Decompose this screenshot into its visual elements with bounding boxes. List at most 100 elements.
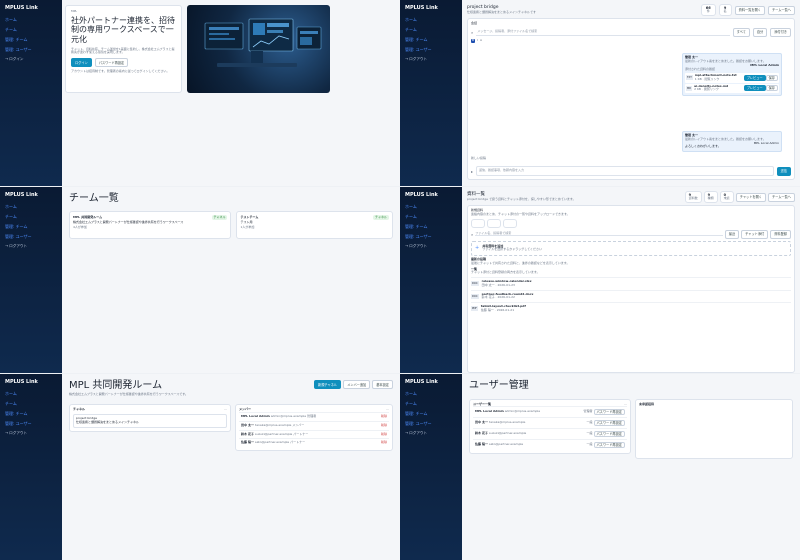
remove-member-button[interactable]: 削除	[381, 423, 387, 428]
filter-all[interactable]: すべて	[732, 27, 750, 37]
nav-home[interactable]: ホーム	[5, 204, 57, 209]
logout-label: ログアウト	[409, 431, 428, 436]
reset-password-button[interactable]: パスワード再設定	[593, 442, 625, 449]
team-card[interactable]: テストチーム チャネル テスト用 1人が参加	[236, 210, 393, 239]
remove-member-button[interactable]: 削除	[381, 440, 387, 445]
invitation-card: 未承認招待	[635, 398, 793, 459]
nav-teams[interactable]: チーム	[5, 27, 57, 32]
nav-home[interactable]: ホーム	[405, 204, 457, 209]
nav-home[interactable]: ホーム	[5, 391, 57, 396]
page-title: MPL 共同開発ルーム	[69, 380, 163, 391]
nav-home[interactable]: ホーム	[5, 17, 57, 22]
more-icon[interactable]: ⋯	[386, 407, 389, 412]
open-files-button[interactable]: 資料一覧を開く	[734, 5, 765, 15]
new-channel-button[interactable]: 新規チャネル	[314, 380, 342, 389]
attach-icon[interactable]: ▸	[471, 169, 473, 174]
nav-teams[interactable]: チーム	[5, 401, 57, 406]
remove-member-button[interactable]: 削除	[381, 414, 387, 419]
download-button[interactable]: 保存	[765, 85, 778, 92]
filter-attachments[interactable]: 添付付き	[770, 27, 791, 37]
team-description: テスト用	[240, 220, 253, 225]
stat-unread: 0 未読	[719, 191, 734, 204]
search-icon: ⌕	[471, 29, 474, 35]
nav-login[interactable]: → ログイン	[5, 57, 57, 61]
channel-item[interactable]: project bridge 仕様連携と課題解決をまとめるメインチャネル	[73, 414, 227, 428]
logout-link[interactable]: → ログアウト	[405, 57, 457, 61]
brand-logo: MPLUS Link	[5, 192, 38, 198]
password-reset-button[interactable]: パスワード再設定	[94, 58, 129, 68]
dropzone-description: ファイルを選択するかドラッグしてください	[482, 247, 543, 252]
message-search-input[interactable]: メッセージ、投稿者、添付ファイル名で検索	[476, 29, 730, 36]
logout-label: ログアウト	[9, 244, 28, 249]
nav-admin-users[interactable]: 管理: ユーザー	[5, 421, 57, 426]
nav-teams[interactable]: チーム	[405, 214, 457, 219]
nav-admin-users[interactable]: 管理: ユーザー	[405, 47, 457, 52]
nav-teams[interactable]: チーム	[405, 401, 457, 406]
nav-admin-users[interactable]: 管理: ユーザー	[405, 234, 457, 239]
list-description: チャット添付と資料登録の両方を表示しています。	[471, 270, 540, 275]
add-member-button[interactable]: メンバー追加	[343, 380, 371, 389]
filter-chat-attachments[interactable]: チャット添付	[741, 229, 769, 239]
team-card[interactable]: MPL 共同開発ルーム チャネル 株式会社エムプラスと開発パートナーが仕様確認や進…	[69, 210, 232, 239]
filter-recent[interactable]: 最近	[724, 229, 740, 239]
file-row[interactable]: DOC release-window-calendar.xlsx 田中 太一 · …	[471, 277, 791, 290]
filter-registered[interactable]: 資料登録	[770, 229, 791, 239]
nav-admin-teams[interactable]: 管理: チーム	[5, 37, 57, 42]
login-label: ログイン	[9, 57, 24, 62]
attachment-item[interactable]: TXT mpl-attachment-note.txt 1 KB · 閲覧リンク …	[685, 73, 779, 83]
back-to-teams-button[interactable]: チーム一覧へ	[767, 192, 795, 202]
new-message-indicator[interactable]: 新しい投稿	[471, 156, 486, 161]
stat-label: 資料数	[688, 196, 698, 201]
nav-home[interactable]: ホーム	[405, 391, 457, 396]
nav-admin-teams[interactable]: 管理: チーム	[405, 37, 457, 42]
logout-link[interactable]: → ログアウト	[5, 431, 57, 435]
nav-admin-teams[interactable]: 管理: チーム	[5, 411, 57, 416]
logout-link[interactable]: → ログアウト	[5, 244, 57, 248]
nav-admin-teams[interactable]: 管理: チーム	[405, 411, 457, 416]
nav-admin-users[interactable]: 管理: ユーザー	[5, 47, 57, 52]
files-screen: MPLUS Link ホーム チーム 管理: チーム 管理: ユーザー → ログ…	[400, 187, 800, 373]
file-dropzone[interactable]: + 共有資料を追加 ファイルを選択するかドラッグしてください	[471, 240, 791, 256]
member-name: 佐藤 陽一	[241, 440, 255, 445]
section-label: 会話	[471, 21, 478, 25]
settings-button[interactable]: 基本設定	[372, 380, 393, 389]
reset-password-button[interactable]: パスワード再設定	[593, 420, 625, 427]
attachment-item[interactable]: MD ui-density-notes.md 2 KB · 閲覧リンク プレビュー…	[685, 83, 779, 93]
file-search-input[interactable]: ファイル名、投稿者で検索	[475, 231, 723, 237]
quick-card[interactable]	[471, 218, 485, 228]
login-button[interactable]: ログイン	[71, 58, 92, 68]
nav-admin-users[interactable]: 管理: ユーザー	[5, 234, 57, 239]
nav-admin-teams[interactable]: 管理: チーム	[5, 224, 57, 229]
file-row[interactable]: PDF tablet-layout-checklist.pdf 佐藤 陽一 · 2…	[471, 302, 791, 315]
team-members: 1人が参加	[240, 225, 255, 229]
filter-mine[interactable]: 自分	[752, 27, 768, 37]
send-button[interactable]: 送信	[776, 166, 791, 176]
more-icon[interactable]: ⋯	[624, 402, 627, 407]
quick-card[interactable]	[487, 218, 501, 228]
preview-button[interactable]: プレビュー	[743, 85, 766, 92]
room-admin-screen: MPLUS Link ホーム チーム 管理: チーム 管理: ユーザー → ログ…	[0, 374, 400, 560]
reset-password-button[interactable]: パスワード再設定	[593, 409, 625, 416]
file-row[interactable]: DOC partner-feedback-round2.docx 鈴木 花子 · …	[471, 289, 791, 303]
nav-teams[interactable]: チーム	[405, 27, 457, 32]
logout-link[interactable]: → ログアウト	[405, 244, 457, 248]
nav-admin-users[interactable]: 管理: ユーザー	[405, 421, 457, 426]
more-icon[interactable]: ⋯	[224, 407, 227, 412]
quick-card[interactable]	[503, 218, 517, 228]
back-to-teams-button[interactable]: チーム一覧へ	[767, 5, 795, 15]
nav-teams[interactable]: チーム	[5, 214, 57, 219]
download-button[interactable]: 保存	[765, 74, 778, 81]
nav-home[interactable]: ホーム	[405, 17, 457, 22]
preview-button[interactable]: プレビュー	[743, 74, 766, 81]
format-bold-icon[interactable]: B	[471, 38, 476, 43]
message-input[interactable]: 返信、確認事項、依頼内容を入力	[476, 166, 774, 176]
remove-member-button[interactable]: 削除	[381, 432, 387, 437]
members-label: メンバー	[239, 407, 252, 412]
format-italic-icon[interactable]: I	[477, 38, 478, 43]
open-chat-button[interactable]: チャットを開く	[735, 192, 766, 202]
reset-password-button[interactable]: パスワード再設定	[593, 431, 625, 438]
nav-admin-teams[interactable]: 管理: チーム	[405, 224, 457, 229]
format-link-icon[interactable]: A	[480, 38, 482, 43]
logout-link[interactable]: → ログアウト	[405, 431, 457, 435]
attachment-meta: 2 KB · 閲覧リンク	[694, 87, 719, 92]
